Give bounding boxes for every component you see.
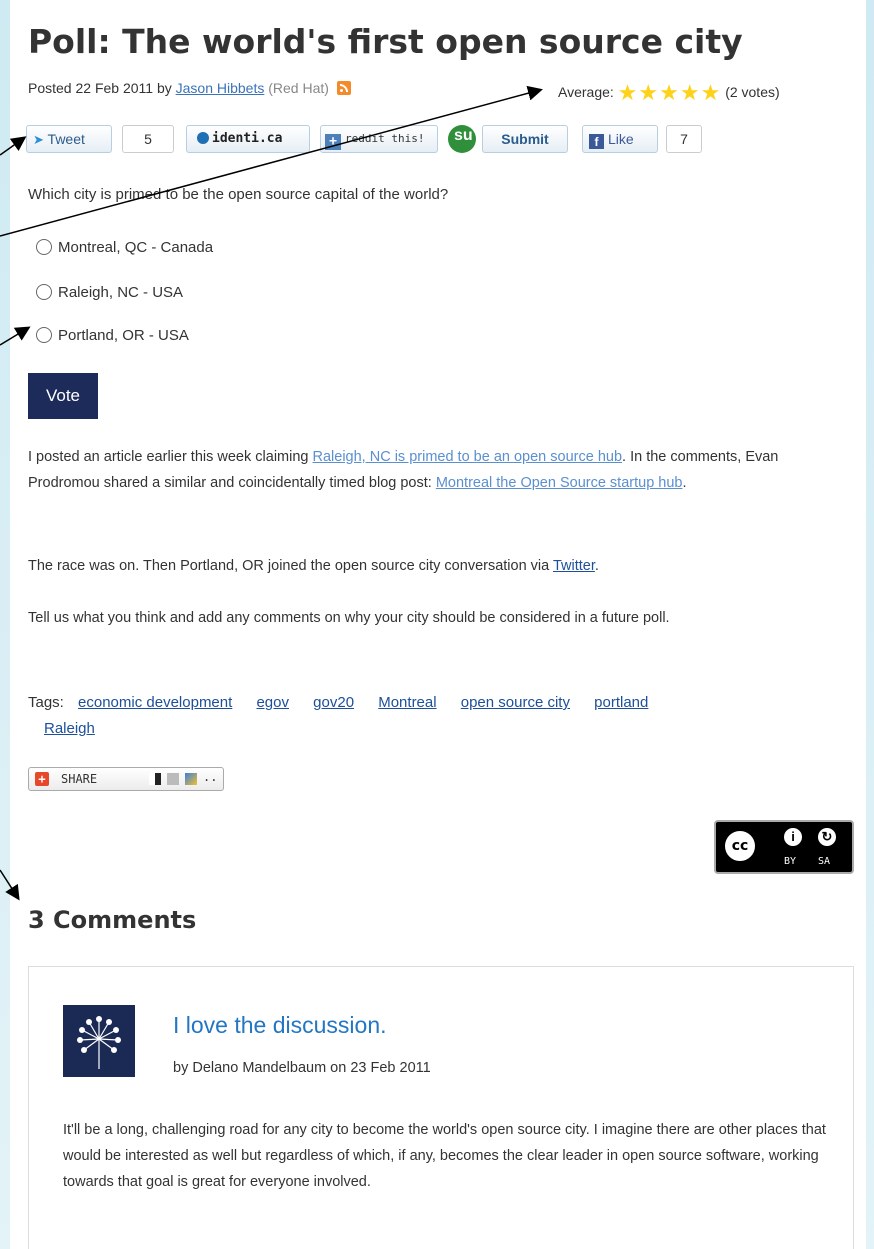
sharealike-icon: ↻ — [816, 826, 838, 848]
facebook-like-button[interactable]: f Like — [582, 125, 658, 153]
montreal-blog-link[interactable]: Montreal the Open Source startup hub — [436, 475, 683, 491]
tag-link[interactable]: Raleigh — [44, 720, 95, 737]
tags-label: Tags: — [28, 694, 64, 711]
dandelion-avatar-icon — [77, 1016, 121, 1069]
average-label: Average: — [558, 84, 614, 100]
vote-count: (2 votes) — [725, 84, 780, 100]
raleigh-article-link[interactable]: Raleigh, NC is primed to be an open sour… — [313, 449, 623, 465]
cc-by-label: BY — [784, 856, 797, 867]
share-plus-icon: + — [35, 772, 49, 786]
body-paragraph-1: I posted an article earlier this week cl… — [28, 449, 779, 491]
tag-link[interactable]: portland — [594, 694, 648, 711]
rating-stars[interactable]: ★★★★★ — [618, 80, 722, 106]
posted-date: Posted 22 Feb 2011 by — [28, 80, 172, 96]
digg-icon — [167, 773, 179, 785]
twitter-link[interactable]: Twitter — [553, 558, 595, 574]
myspace-icon — [185, 773, 197, 785]
body-paragraph-2: The race was on. Then Portland, OR joine… — [28, 558, 599, 574]
tag-link[interactable]: economic development — [78, 694, 232, 711]
cc-icon: cc — [722, 828, 758, 864]
identica-button[interactable]: identi.ca — [186, 125, 310, 153]
reddit-plus-icon: + — [325, 134, 341, 150]
tweet-button[interactable]: ➤ Tweet — [26, 125, 112, 153]
comment-card: I love the discussion. by Delano Mandelb… — [28, 966, 854, 1249]
creative-commons-badge[interactable]: cc i ↻ BY SA — [714, 820, 854, 874]
tag-link[interactable]: Montreal — [378, 694, 436, 711]
tweet-count: 5 — [122, 125, 174, 153]
rss-icon[interactable] — [336, 81, 351, 95]
delicious-icon — [149, 773, 161, 785]
identica-logo-icon — [197, 132, 209, 144]
radio-icon[interactable] — [36, 239, 52, 255]
tag-link[interactable]: gov20 — [313, 694, 354, 711]
twitter-bird-icon: ➤ — [33, 132, 44, 147]
reddit-button[interactable]: + reddit this! — [320, 125, 438, 153]
comments-title: 3 Comments — [28, 906, 197, 934]
author-link[interactable]: Jason Hibbets — [176, 80, 265, 96]
radio-icon[interactable] — [36, 327, 52, 343]
post-meta: Posted 22 Feb 2011 by Jason Hibbets (Red… — [28, 80, 351, 96]
author-org: (Red Hat) — [268, 80, 329, 96]
cc-sa-label: SA — [818, 856, 831, 867]
like-count: 7 — [666, 125, 702, 153]
poll-option-raleigh[interactable]: Raleigh, NC - USA — [36, 283, 183, 303]
vote-button[interactable]: Vote — [28, 373, 98, 419]
comment-byline: by Delano Mandelbaum on 23 Feb 2011 — [173, 1060, 431, 1076]
poll-option-portland[interactable]: Portland, OR - USA — [36, 326, 189, 346]
tag-link[interactable]: egov — [256, 694, 289, 711]
attribution-icon: i — [782, 826, 804, 848]
comment-body: It'll be a long, challenging road for an… — [63, 1122, 826, 1190]
more-icon: .. — [203, 770, 218, 784]
average-rating: Average: ★★★★★ (2 votes) — [558, 80, 780, 106]
page-title: Poll: The world's first open source city — [28, 22, 743, 61]
tags-list: Tags: economic development egov gov20 Mo… — [28, 690, 848, 742]
article-page: Poll: The world's first open source city… — [10, 0, 866, 1249]
stumble-submit-button[interactable]: Submit — [482, 125, 568, 153]
facebook-icon: f — [589, 134, 604, 149]
comment-heading[interactable]: I love the discussion. — [173, 1012, 387, 1039]
body-paragraph-3: Tell us what you think and add any comme… — [28, 610, 670, 626]
social-buttons: ➤ Tweet 5 identi.ca + reddit this! su Sub… — [10, 125, 866, 153]
stumbleupon-icon[interactable]: su — [448, 125, 476, 153]
poll-question: Which city is primed to be the open sour… — [28, 186, 449, 203]
avatar[interactable] — [63, 1005, 135, 1077]
share-button[interactable]: + SHARE .. — [28, 767, 224, 791]
radio-icon[interactable] — [36, 284, 52, 300]
tag-link[interactable]: open source city — [461, 694, 570, 711]
poll-option-montreal[interactable]: Montreal, QC - Canada — [36, 238, 213, 258]
